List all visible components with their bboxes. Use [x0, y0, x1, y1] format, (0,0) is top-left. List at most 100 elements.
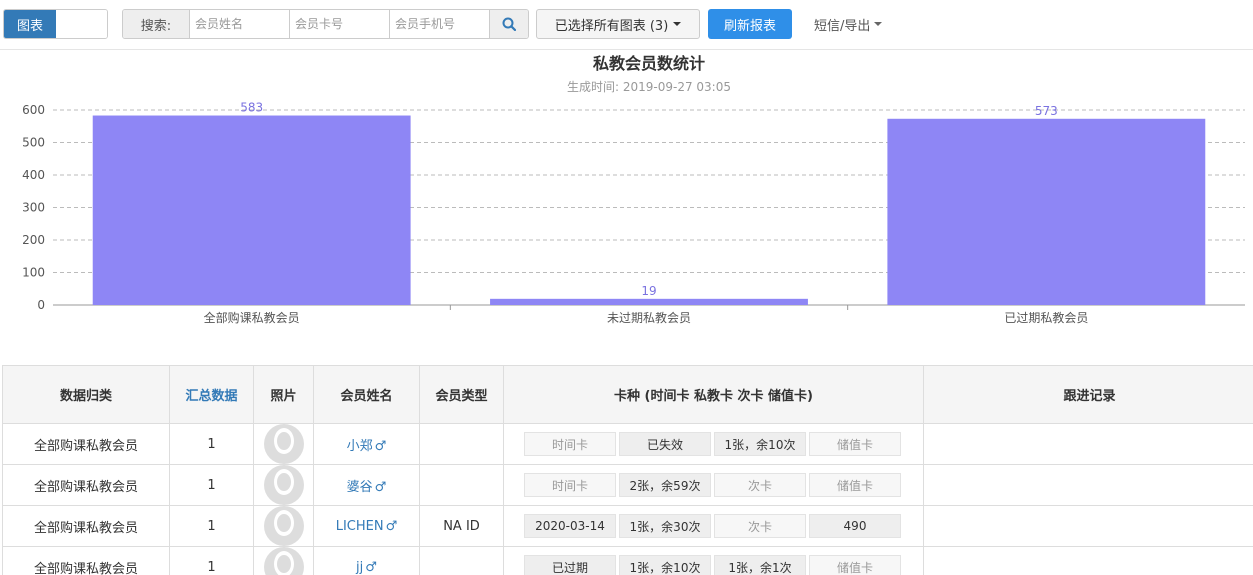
caret-down-icon: [874, 22, 883, 26]
member-bar-chart: 私教会员数统计 生成时间: 2019-09-27 03:05 0 100 200 30…: [22, 54, 1245, 325]
stored-value-card-badge[interactable]: 490: [809, 514, 901, 538]
row-cards: 已过期 1张，余10次 1张，余1次 储值卡: [503, 546, 924, 575]
x-tick-label: 已过期私教会员: [1004, 310, 1088, 325]
member-card-input[interactable]: [290, 10, 390, 38]
time-card-badge[interactable]: 时间卡: [524, 432, 616, 456]
row-count: 1: [169, 423, 254, 465]
search-button[interactable]: [490, 10, 528, 38]
stored-value-card-badge[interactable]: 储值卡: [809, 432, 901, 456]
row-photo: [253, 546, 314, 575]
member-name-input[interactable]: [190, 10, 290, 38]
row-count: 1: [169, 546, 254, 575]
member-name-link[interactable]: LICHEN: [336, 519, 384, 534]
header-card-types: 卡种 (时间卡 私教卡 次卡 储值卡): [503, 365, 924, 424]
row-cards: 2020-03-14 1张，余30次 次卡 490: [503, 505, 924, 547]
chart-view-button[interactable]: 图表: [4, 10, 56, 38]
row-category: 全部购课私教会员: [2, 423, 170, 465]
avatar-placeholder-icon[interactable]: [263, 465, 304, 505]
header-member-name: 会员姓名: [313, 365, 420, 424]
search-label: 搜索:: [123, 10, 190, 38]
sms-export-label: 短信/导出: [814, 18, 871, 34]
y-tick-label: 200: [22, 233, 45, 247]
header-category[interactable]: 数据归类: [2, 365, 170, 424]
search-icon: [502, 17, 516, 31]
table-row: 全部购课私教会员 1 婆谷 ♂ 时间卡 2张，余59次 次卡 储值卡: [2, 464, 1253, 506]
y-tick-label: 0: [37, 298, 45, 312]
male-icon: ♂: [385, 518, 398, 534]
row-member-type: NA ID: [419, 505, 504, 547]
header-summary[interactable]: 汇总数据: [169, 365, 254, 424]
y-tick-label: 100: [22, 266, 45, 280]
caret-down-icon: [673, 22, 682, 26]
male-icon: ♂: [365, 559, 377, 575]
male-icon: ♂: [374, 479, 387, 495]
row-follow-up: [923, 423, 1253, 465]
private-card-badge[interactable]: 1张，余30次: [619, 514, 711, 538]
header-photo: 照片: [253, 365, 314, 424]
row-photo: [253, 464, 314, 506]
time-card-badge[interactable]: 已过期: [524, 555, 616, 575]
chart-select-label: 已选择所有图表 (3): [554, 18, 669, 34]
search-group: 搜索:: [122, 9, 529, 39]
time-card-badge[interactable]: 2020-03-14: [524, 514, 616, 538]
table-view-button[interactable]: [56, 10, 107, 38]
row-member-name: LICHEN ♂: [313, 505, 420, 547]
bar: [887, 118, 1206, 306]
row-member-type: [419, 423, 504, 465]
chart-subtitle: 生成时间: 2019-09-27 03:05: [567, 80, 731, 94]
x-tick-label: 全部购课私教会员: [204, 310, 300, 325]
member-name-link[interactable]: 婆谷: [347, 480, 373, 495]
member-data-table: 数据归类 汇总数据 照片 会员姓名 会员类型 卡种 (时间卡 私教卡 次卡 储值…: [2, 365, 1253, 575]
chart-select-dropdown[interactable]: 已选择所有图表 (3): [536, 9, 700, 39]
row-count: 1: [169, 464, 254, 506]
private-card-badge[interactable]: 1张，余10次: [619, 555, 711, 575]
row-photo: [253, 505, 314, 547]
row-member-name: 婆谷 ♂: [313, 464, 420, 506]
private-card-badge[interactable]: 2张，余59次: [619, 473, 711, 497]
count-card-badge[interactable]: 次卡: [714, 473, 806, 497]
header-follow-up: 跟进记录: [923, 365, 1253, 424]
table-row: 全部购课私教会员 1 小郑 ♂ 时间卡 已失效 1张，余10次 储值卡: [2, 423, 1253, 465]
y-tick-label: 500: [22, 136, 45, 150]
row-category: 全部购课私教会员: [2, 546, 170, 575]
data-label: 19: [641, 284, 656, 298]
count-card-badge[interactable]: 1张，余10次: [714, 432, 806, 456]
bar: [92, 115, 411, 306]
row-member-name: jj ♂: [313, 546, 420, 575]
row-follow-up: [923, 546, 1253, 575]
private-card-badge[interactable]: 已失效: [619, 432, 711, 456]
member-name-link[interactable]: 小郑: [347, 439, 373, 454]
chart-title: 私教会员数统计: [593, 54, 705, 73]
row-follow-up: [923, 464, 1253, 506]
table-row: 全部购课私教会员 1 LICHEN ♂ NA ID 2020-03-14 1张，余…: [2, 505, 1253, 547]
row-cards: 时间卡 2张，余59次 次卡 储值卡: [503, 464, 924, 506]
bar: [490, 298, 808, 305]
row-photo: [253, 423, 314, 465]
avatar-placeholder-icon[interactable]: [263, 424, 304, 464]
time-card-badge[interactable]: 时间卡: [524, 473, 616, 497]
row-category: 全部购课私教会员: [2, 464, 170, 506]
stored-value-card-badge[interactable]: 储值卡: [809, 473, 901, 497]
avatar-placeholder-icon[interactable]: [263, 506, 304, 546]
refresh-report-button[interactable]: 刷新报表: [708, 9, 792, 39]
count-card-badge[interactable]: 1张，余1次: [714, 555, 806, 575]
table-row: 全部购课私教会员 1 jj ♂ 已过期 1张，余10次 1张，余1次 储值卡: [2, 546, 1253, 575]
view-toggle: 图表: [3, 9, 108, 39]
toolbar: 图表 搜索: 已选择所有图表 (3) 刷新报表 短信/导出: [0, 0, 1253, 50]
row-member-type: [419, 546, 504, 575]
stored-value-card-badge[interactable]: 储值卡: [809, 555, 901, 575]
sms-export-menu[interactable]: 短信/导出: [814, 9, 883, 39]
row-follow-up: [923, 505, 1253, 547]
y-tick-label: 300: [22, 201, 45, 215]
row-count: 1: [169, 505, 254, 547]
row-member-type: [419, 464, 504, 506]
male-icon: ♂: [374, 438, 387, 454]
count-card-badge[interactable]: 次卡: [714, 514, 806, 538]
member-name-link[interactable]: jj: [356, 560, 363, 575]
data-label: 573: [1035, 104, 1058, 118]
row-cards: 时间卡 已失效 1张，余10次 储值卡: [503, 423, 924, 465]
data-label: 583: [240, 101, 263, 115]
member-phone-input[interactable]: [390, 10, 490, 38]
row-member-name: 小郑 ♂: [313, 423, 420, 465]
avatar-placeholder-icon[interactable]: [263, 547, 304, 575]
